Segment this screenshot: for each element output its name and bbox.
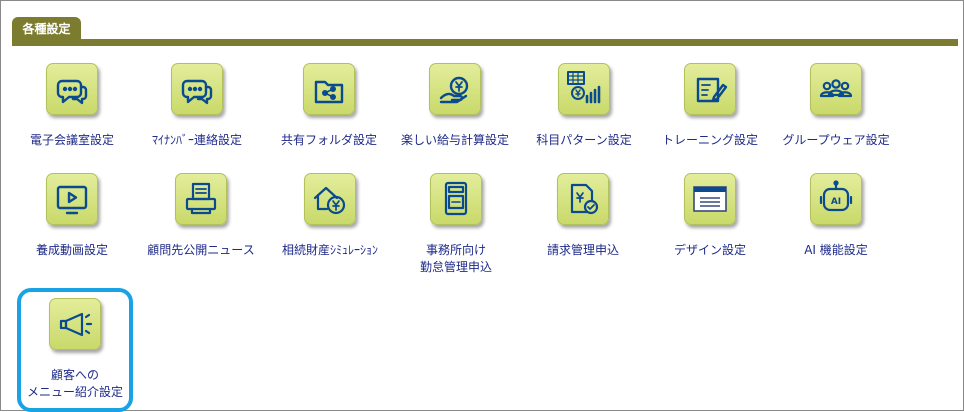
tile-label: 顧問先公開ニュース [147, 243, 255, 257]
tile-account-pattern-settings[interactable]: 科目パターン設定 [521, 63, 647, 149]
tab-underline-bar [12, 39, 958, 46]
tile-label: デザイン設定 [673, 243, 746, 257]
tile-label: 電子会議室設定 [29, 133, 114, 147]
tile-billing-management-application[interactable]: 請求管理申込 [520, 173, 646, 259]
tile-ai-function-settings[interactable]: AI AI 機能設定 [773, 173, 899, 259]
shared-folder-icon [303, 63, 355, 115]
billing-icon [557, 173, 609, 225]
news-printer-icon [175, 173, 227, 225]
tile-attendance-management-application[interactable]: 事務所向け 勤怠管理申込 [393, 173, 519, 276]
tile-label: トレーニング設定 [661, 133, 758, 147]
attendance-icon [430, 173, 482, 225]
tile-salary-calculation-settings[interactable]: 楽しい給与計算設定 [392, 63, 518, 149]
tile-label: グループウェア設定 [782, 133, 890, 147]
design-window-icon [684, 173, 736, 225]
video-icon [46, 173, 98, 225]
tile-training-video-settings[interactable]: 養成動画設定 [9, 173, 135, 259]
tile-design-settings[interactable]: デザイン設定 [647, 173, 773, 259]
selection-highlight [17, 288, 133, 412]
tile-e-conference-settings[interactable]: 電子会議室設定 [9, 63, 135, 149]
tile-label: 科目パターン設定 [536, 133, 632, 147]
tile-label: 事務所向け [425, 243, 486, 257]
chat-bubble-icon [46, 63, 98, 115]
tile-client-news-settings[interactable]: 顧問先公開ニュース [138, 173, 264, 259]
tile-label: 共有フォルダ設定 [280, 133, 377, 147]
tile-label: ﾏｲﾅﾝﾊﾞｰ連絡設定 [151, 133, 242, 147]
tile-inheritance-simulation-settings[interactable]: 相続財産ｼﾐｭﾚｰｼｮﾝ [267, 173, 393, 259]
groupware-icon [810, 63, 862, 115]
svg-text:AI: AI [831, 197, 841, 207]
tile-label-line-2: 勤怠管理申込 [419, 260, 492, 274]
ai-robot-icon: AI [810, 173, 862, 225]
settings-panel: 各種設定 電子会議室設定 ﾏｲﾅﾝﾊﾞｰ連絡設定 共有フォルダ設定 楽しい給与計… [0, 0, 964, 412]
tile-my-number-settings[interactable]: ﾏｲﾅﾝﾊﾞｰ連絡設定 [134, 63, 260, 149]
training-icon [684, 63, 736, 115]
tile-label: 楽しい給与計算設定 [400, 133, 509, 147]
inheritance-icon [304, 173, 356, 225]
chat-bubble-icon [171, 63, 223, 115]
salary-calculation-icon [429, 63, 481, 115]
tile-label: 相続財産ｼﾐｭﾚｰｼｮﾝ [281, 243, 378, 257]
tile-label: 養成動画設定 [35, 243, 108, 257]
tile-training-settings[interactable]: トレーニング設定 [647, 63, 773, 149]
tile-shared-folder-settings[interactable]: 共有フォルダ設定 [266, 63, 392, 149]
account-pattern-icon [558, 63, 610, 115]
tile-label: AI 機能設定 [804, 243, 868, 257]
tile-groupware-settings[interactable]: グループウェア設定 [773, 63, 899, 149]
tab-settings[interactable]: 各種設定 [12, 17, 81, 41]
tile-label: 請求管理申込 [546, 243, 619, 257]
